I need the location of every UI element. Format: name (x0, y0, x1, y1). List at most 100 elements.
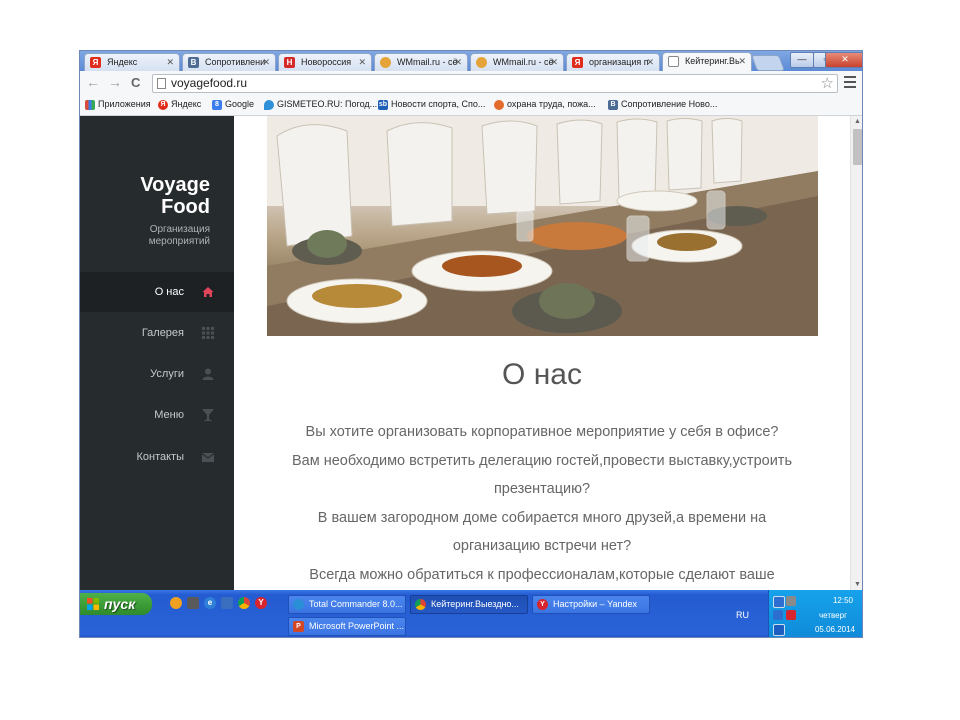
quicklaunch-chrome-icon[interactable] (238, 597, 250, 609)
url-text: voyagefood.ru (171, 76, 248, 90)
tab-close-icon[interactable]: ✕ (262, 54, 270, 70)
taskbar-item-chrome[interactable]: Кейтеринг.Выездно... (410, 595, 528, 614)
hero-illustration (267, 116, 818, 336)
bookmark-star-icon[interactable]: ☆ (821, 74, 834, 92)
clock-date: 05.06.2014 (814, 625, 855, 634)
grid-icon (202, 327, 214, 339)
h-site-icon: H (284, 57, 295, 68)
new-tab-button[interactable] (751, 55, 785, 71)
bookmark-google[interactable]: 8 Google (212, 99, 254, 110)
windows-flag-icon (87, 598, 99, 610)
network-icon[interactable] (773, 596, 785, 608)
safety-icon (494, 100, 504, 110)
web-page: Voyage Food Организация мероприятий О на… (80, 116, 862, 590)
monitor-icon[interactable] (773, 624, 785, 636)
envelope-icon (202, 453, 214, 462)
page-scrollbar[interactable]: ▲ ▼ (850, 116, 862, 590)
minimize-button[interactable]: — (790, 52, 814, 68)
clock-weekday: четверг (819, 611, 847, 620)
vk-icon: B (188, 57, 199, 68)
main-content: О нас Вы хотите организовать корпоративн… (234, 116, 850, 590)
site-logo[interactable]: Voyage Food Организация мероприятий (140, 174, 210, 248)
tab-close-icon[interactable]: ✕ (646, 54, 654, 70)
brand-title-line2: Food (161, 196, 210, 218)
yandex-icon: Я (158, 100, 168, 110)
user-icon (202, 368, 214, 380)
brand-title-line1: Voyage (140, 174, 210, 196)
page-title: О нас (502, 358, 582, 391)
home-icon (202, 287, 214, 297)
bookmark-vk[interactable]: B Сопротивление Ново... (608, 99, 717, 110)
bookmark-apps[interactable]: Приложения (85, 99, 151, 110)
nav-item-about[interactable]: О нас (80, 272, 234, 312)
taskbar-item-powerpoint[interactable]: P Microsoft PowerPoint ... (288, 617, 406, 636)
volume-icon[interactable] (786, 596, 796, 606)
vk-icon: B (608, 100, 618, 110)
back-button[interactable]: ← (86, 74, 100, 90)
quicklaunch-app-icon[interactable] (170, 597, 182, 609)
bookmark-sports[interactable]: sb Новости спорта, Спо... (378, 99, 485, 110)
windows-taskbar: пуск e Y Total Commander 8.0... Кейтерин… (80, 590, 862, 637)
page-icon (668, 56, 679, 67)
site-sidebar: Voyage Food Организация мероприятий О на… (80, 116, 234, 590)
taskbar-item-total-commander[interactable]: Total Commander 8.0... (288, 595, 406, 614)
scroll-down-arrow-icon[interactable]: ▼ (854, 581, 861, 588)
menu-icon[interactable] (844, 76, 856, 91)
browser-window: Я Яндекс ✕ B Сопротивление ✕ H Новоросси… (79, 50, 863, 638)
apps-icon (85, 100, 95, 110)
about-paragraph: Вы хотите организовать корпоративное мер… (291, 424, 793, 583)
quicklaunch-ie-icon[interactable]: e (204, 597, 216, 609)
yandex-icon: Я (90, 57, 101, 68)
clock-time[interactable]: 12:50 (833, 596, 853, 605)
tab-close-icon[interactable]: ✕ (454, 54, 462, 70)
system-tray: 12:50 четверг 05.06.2014 (768, 590, 862, 637)
tab-close-icon[interactable]: ✕ (166, 54, 174, 70)
chrome-icon (415, 599, 426, 610)
scroll-up-arrow-icon[interactable]: ▲ (854, 118, 861, 125)
address-bar[interactable]: voyagefood.ru ☆ (152, 74, 838, 93)
gismeteo-icon (264, 100, 274, 110)
page-icon (157, 78, 166, 89)
shield-tray-icon[interactable] (773, 610, 783, 620)
kaspersky-icon[interactable] (786, 610, 796, 620)
close-window-button[interactable]: ✕ (825, 52, 862, 68)
sports-icon: sb (378, 100, 388, 110)
tab-catering[interactable]: Кейтеринг.Вь ✕ (662, 52, 752, 71)
tab-close-icon[interactable]: ✕ (738, 53, 746, 69)
tab-vk[interactable]: B Сопротивление ✕ (182, 53, 276, 71)
quicklaunch-desktop-icon[interactable] (221, 597, 233, 609)
tab-organizatsiya[interactable]: Я организация п ✕ (566, 53, 660, 71)
tab-wmmail-1[interactable]: WMmail.ru - сё ✕ (374, 53, 468, 71)
nav-item-services[interactable]: Услуги (80, 354, 234, 394)
brand-subtitle: Организация мероприятий (148, 224, 210, 247)
tab-close-icon[interactable]: ✕ (358, 54, 366, 70)
cocktail-icon (202, 409, 214, 421)
quicklaunch-movie-icon[interactable] (187, 597, 199, 609)
quicklaunch-yandex-icon[interactable]: Y (255, 597, 267, 609)
tab-close-icon[interactable]: ✕ (550, 54, 558, 70)
bookmarks-bar: Приложения Я Яндекс 8 Google GISMETEO.RU… (80, 96, 862, 116)
tab-novorossia[interactable]: H Новороссия ✕ (278, 53, 372, 71)
taskbar-item-yandex[interactable]: Y Настройки – Yandex (532, 595, 650, 614)
nav-item-contacts[interactable]: Контакты (80, 437, 234, 477)
google-icon: 8 (212, 100, 222, 110)
language-indicator[interactable]: RU (736, 610, 749, 620)
bookmark-gismeteo[interactable]: GISMETEO.RU: Погод... (264, 99, 377, 110)
start-button[interactable]: пуск (80, 593, 152, 615)
bookmark-yandex[interactable]: Я Яндекс (158, 99, 201, 110)
powerpoint-icon: P (293, 621, 304, 632)
bookmark-safety[interactable]: охрана труда, пожа... (494, 99, 596, 110)
total-commander-icon (293, 599, 304, 610)
nav-item-menu[interactable]: Меню (80, 395, 234, 435)
nav-item-gallery[interactable]: Галерея (80, 313, 234, 353)
reload-button[interactable]: C (131, 75, 140, 90)
tab-strip: Я Яндекс ✕ B Сопротивление ✕ H Новоросси… (80, 51, 862, 71)
wmmail-icon (380, 57, 391, 68)
scrollbar-thumb[interactable] (853, 129, 862, 165)
browser-toolbar: ← → C voyagefood.ru ☆ (80, 71, 862, 97)
yandex-browser-icon: Y (537, 599, 548, 610)
yandex-icon: Я (572, 57, 583, 68)
tab-wmmail-2[interactable]: WMmail.ru - сё ✕ (470, 53, 564, 71)
forward-button[interactable]: → (108, 74, 122, 90)
tab-yandex[interactable]: Я Яндекс ✕ (84, 53, 180, 71)
